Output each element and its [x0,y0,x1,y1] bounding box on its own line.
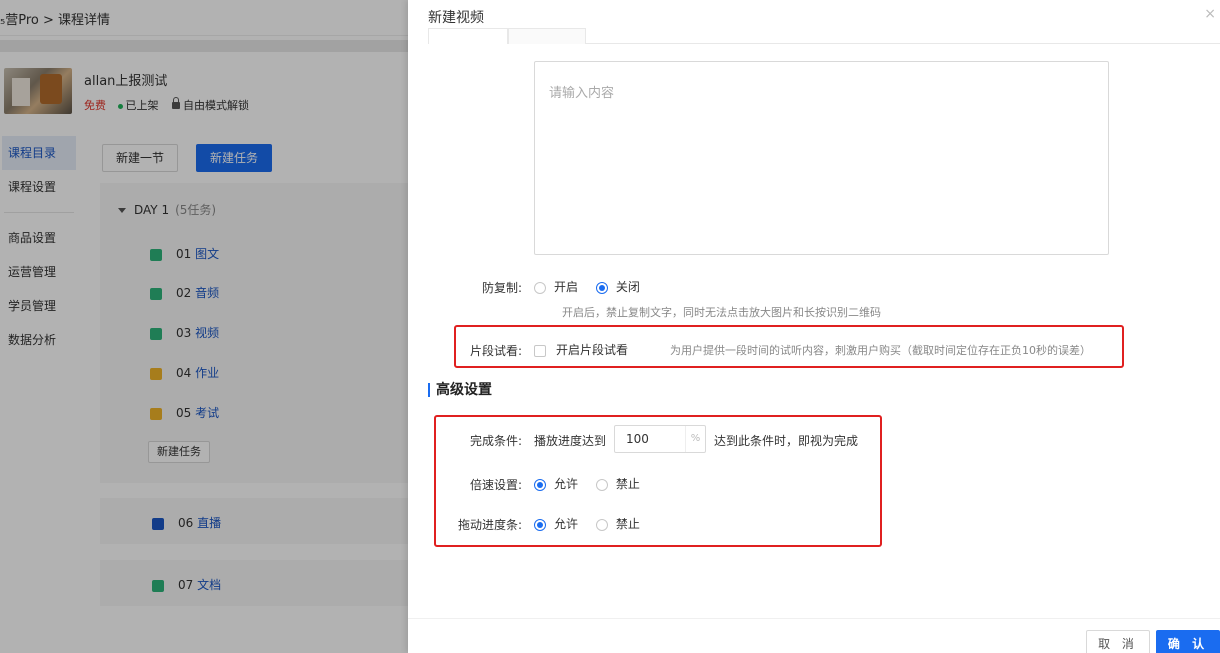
progress-value: 100 [626,432,649,446]
speed-radio-group: 允许 禁止 [534,475,654,492]
option-label: 禁止 [615,517,640,531]
radio-checked-icon [534,478,546,491]
drawer-tabs [428,28,1220,44]
trial-hint: 为用户提供一段时间的试听内容，刺激用户购买（截取时间定位存在正负10秒的误差） [670,344,1091,357]
completion-prefix: 播放进度达到 [534,434,607,448]
radio-icon [595,478,608,491]
drag-allow-option[interactable]: 允许 [534,517,578,531]
radio-checked-icon [534,518,546,531]
cancel-button[interactable]: 取 消 [1086,630,1150,653]
anti-copy-on-option[interactable]: 开启 [534,280,578,294]
drag-label: 拖动进度条: [457,518,522,532]
drag-deny-option[interactable]: 禁止 [595,517,640,531]
trial-checkbox[interactable]: 开启片段试看 [534,343,628,357]
close-icon[interactable]: × [1204,6,1216,22]
tab-first[interactable] [428,28,508,44]
new-video-drawer: 新建视频 × 防复制: 开启 关闭 开启后，禁止复制文字，同时无法点击放大图片和… [408,0,1220,653]
trial-checkbox-row: 开启片段试看 [534,341,628,358]
drawer-title: 新建视频 [428,10,484,26]
speed-label: 倍速设置: [469,478,522,492]
progress-input[interactable]: 100 % [614,425,706,453]
advanced-settings-title: 高级设置 [428,383,492,397]
radio-checked-icon [595,281,608,294]
option-label: 允许 [554,477,579,491]
trial-label: 片段试看: [469,344,522,358]
drag-radio-group: 允许 禁止 [534,515,654,532]
confirm-button[interactable]: 确 认 [1156,630,1220,653]
anti-copy-hint: 开启后，禁止复制文字，同时无法点击放大图片和长按识别二维码 [562,306,881,319]
option-label: 关闭 [615,280,640,294]
trial-checkbox-label: 开启片段试看 [556,343,629,357]
option-label: 允许 [554,517,579,531]
option-label: 开启 [554,280,579,294]
option-label: 禁止 [615,477,640,491]
modal-overlay[interactable] [0,0,408,653]
drawer-footer: 取 消 确 认 [408,618,1220,653]
radio-icon [595,518,608,531]
radio-icon [534,281,546,294]
tab-second[interactable] [508,28,586,44]
checkbox-icon [534,344,546,357]
content-textarea[interactable] [534,61,1109,255]
anti-copy-off-option[interactable]: 关闭 [595,280,640,294]
anti-copy-label: 防复制: [481,281,522,295]
percent-suffix: % [685,426,705,452]
speed-allow-option[interactable]: 允许 [534,477,578,491]
completion-label: 完成条件: [469,434,522,448]
completion-suffix: 达到此条件时，即视为完成 [714,434,859,448]
anti-copy-radio-group: 开启 关闭 [534,278,654,295]
speed-deny-option[interactable]: 禁止 [595,477,640,491]
